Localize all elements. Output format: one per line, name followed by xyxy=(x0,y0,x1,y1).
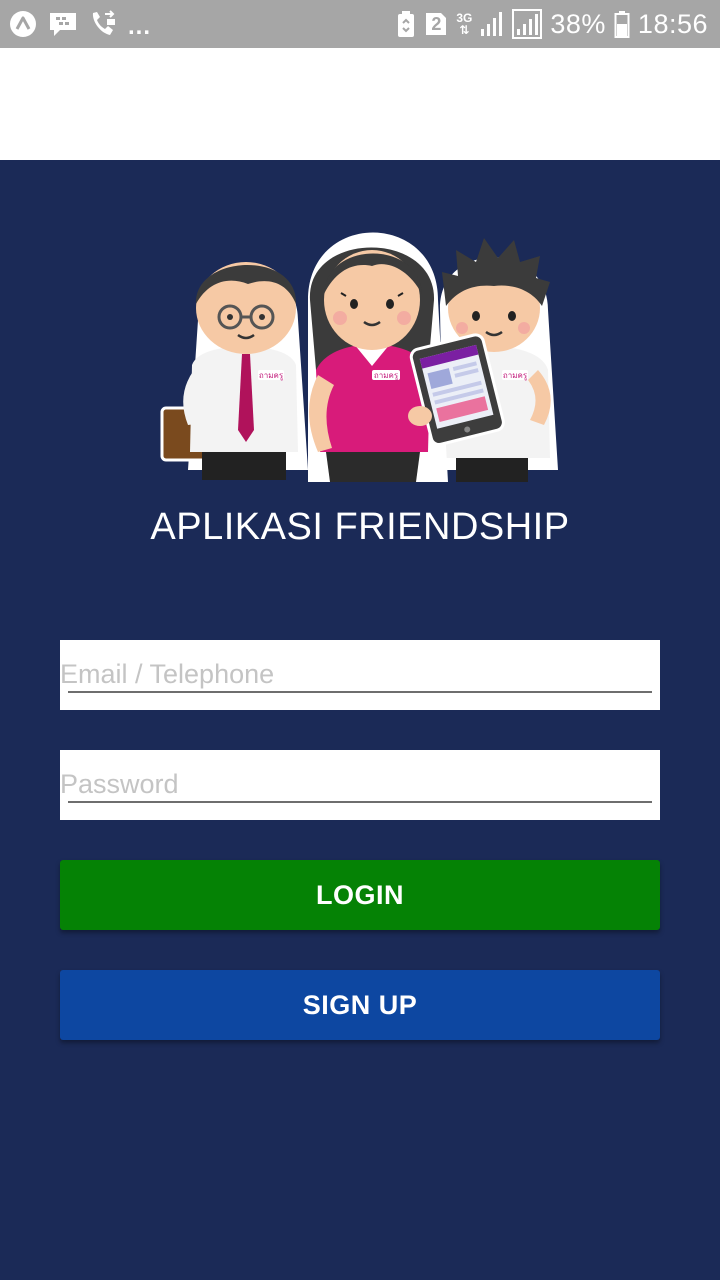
password-field-container xyxy=(60,750,660,820)
sign-up-button-label: SIGN UP xyxy=(302,989,418,1020)
top-white-band xyxy=(0,48,720,160)
network-type-label: 3G ⇅ xyxy=(456,12,472,36)
shirt-badge-text-middle: ถามครู xyxy=(374,371,399,381)
password-field-underline xyxy=(68,801,652,803)
android-wear-icon xyxy=(8,9,38,39)
battery-saver-icon xyxy=(396,10,416,38)
login-button-label: LOGIN xyxy=(316,879,404,910)
call-forwarding-icon xyxy=(88,9,118,39)
shirt-badge-text-left: ถามครู xyxy=(259,371,284,381)
more-notifications-indicator: ... xyxy=(128,13,152,40)
app-title: APLIKASI FRIENDSHIP xyxy=(150,506,570,548)
data-arrows-icon: ⇅ xyxy=(459,23,470,37)
battery-icon xyxy=(614,10,630,38)
password-input[interactable] xyxy=(60,764,660,804)
bbm-chat-icon xyxy=(48,10,78,38)
login-screen: ถามครู ถามครู ถามครู APLIKASI FRIENDSHIP… xyxy=(0,160,720,1280)
signal-strength-icon-1 xyxy=(480,11,504,37)
shirt-badge-text-right: ถามครู xyxy=(503,371,528,381)
teacher-with-glasses-figure: ถามครู xyxy=(160,262,308,480)
status-bar: ... 2 3G ⇅ 38% 18:56 xyxy=(0,0,720,48)
login-button[interactable]: LOGIN xyxy=(60,860,660,930)
clock: 18:56 xyxy=(637,8,708,39)
friends-illustration: ถามครู ถามครู ถามครู xyxy=(158,220,562,482)
email-field-container xyxy=(60,640,660,710)
sim-slot-icon: 2 xyxy=(424,11,448,37)
battery-percent: 38% xyxy=(550,8,606,39)
email-telephone-input[interactable] xyxy=(60,654,660,694)
email-field-underline xyxy=(68,691,652,693)
sign-up-button[interactable]: SIGN UP xyxy=(60,970,660,1040)
sim-slot-number: 2 xyxy=(431,13,442,34)
signal-strength-icon-2 xyxy=(512,9,543,39)
